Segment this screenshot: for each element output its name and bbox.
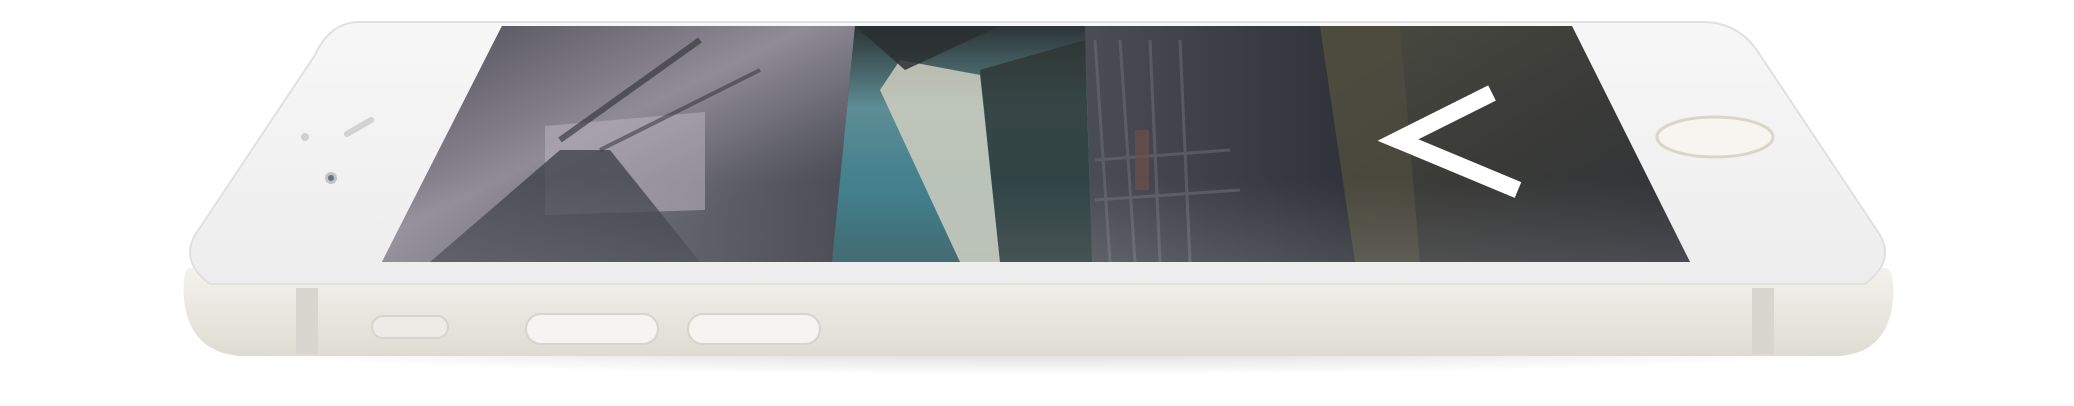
screen-content xyxy=(382,26,1690,262)
antenna-band-right xyxy=(1752,288,1774,354)
mute-switch[interactable] xyxy=(371,315,449,339)
volume-down-button[interactable] xyxy=(687,313,821,345)
phone-illustration xyxy=(180,21,1900,375)
screen-reflection xyxy=(382,180,1690,262)
proximity-sensor xyxy=(301,133,309,141)
front-camera-lens xyxy=(328,175,334,181)
antenna-band-left xyxy=(296,288,318,354)
volume-up-button[interactable] xyxy=(525,313,659,345)
home-button[interactable] xyxy=(1655,115,1775,159)
phone-mockup-scene xyxy=(0,0,2074,406)
